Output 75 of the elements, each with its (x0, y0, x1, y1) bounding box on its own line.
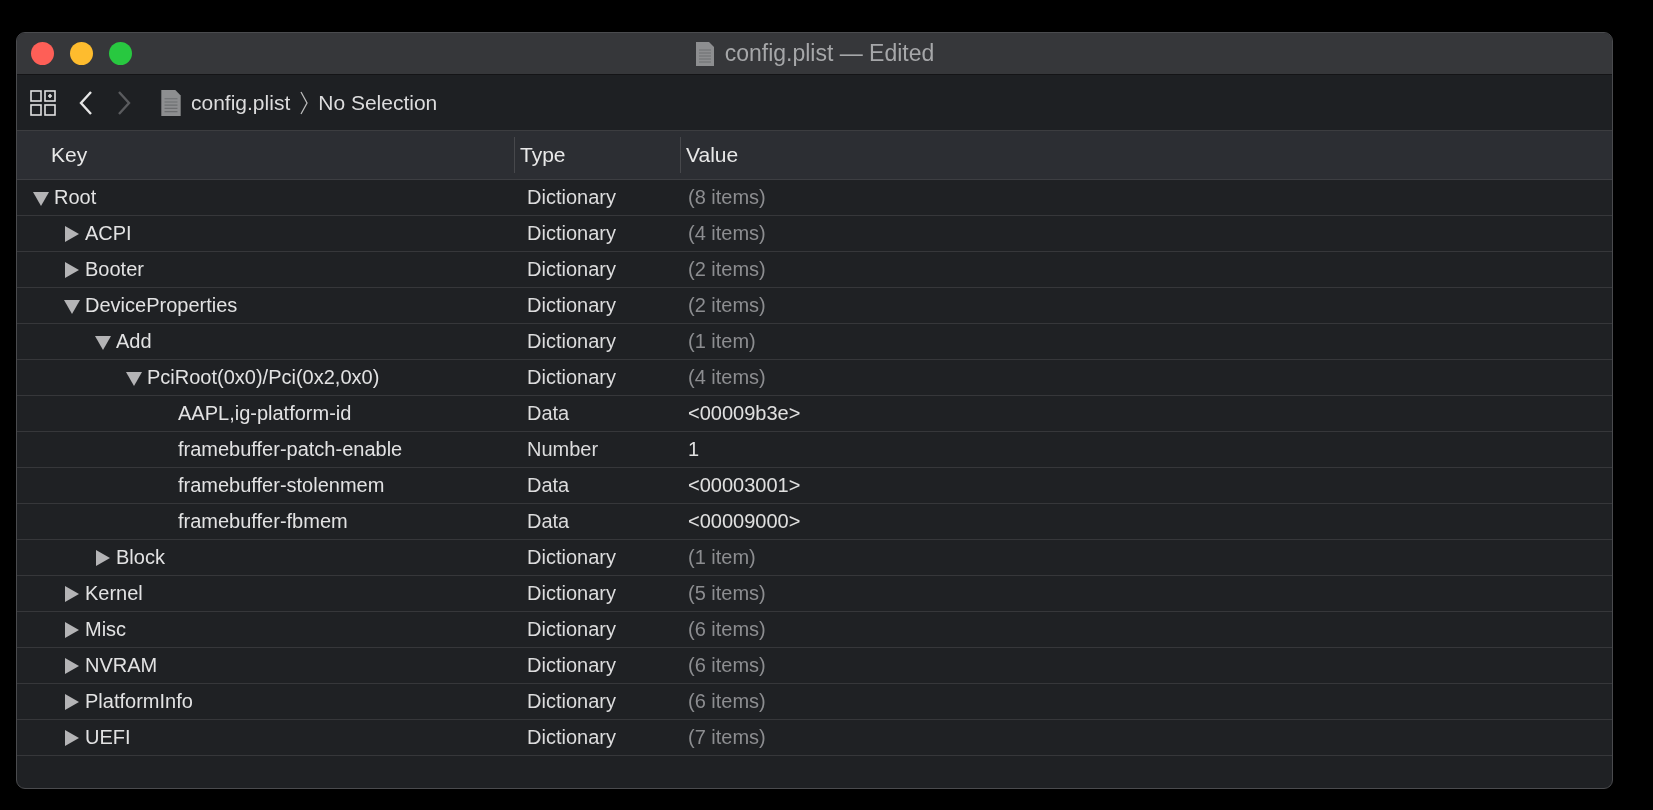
key-cell: PciRoot(0x0)/Pci(0x2,0x0) (147, 366, 380, 389)
value-cell-text: (1 item) (687, 546, 757, 569)
key-cell: PlatformInfo (85, 690, 193, 713)
collapsed-triangle-icon[interactable] (64, 729, 80, 746)
type-cell-text: Dictionary (527, 330, 617, 353)
document-icon (160, 88, 182, 117)
close-button[interactable] (31, 42, 54, 65)
key-cell: Root (54, 186, 97, 209)
type-cell-text: Number (527, 438, 600, 461)
key-cell: NVRAM (85, 654, 158, 677)
key-cell: DeviceProperties (85, 294, 238, 317)
value-cell-text: <00009000> (687, 510, 802, 533)
collapsed-triangle-icon[interactable] (64, 657, 80, 674)
key-cell: UEFI (85, 726, 131, 749)
type-cell-text: Dictionary (527, 294, 617, 317)
back-chevron-icon[interactable] (78, 89, 94, 116)
type-cell-text: Data (527, 474, 571, 497)
value-cell-text: <00009b3e> (687, 402, 802, 425)
key-cell: AAPL,ig-platform-id (178, 402, 352, 425)
value-cell-text: (6 items) (687, 654, 767, 677)
type-cell-text: Data (527, 510, 571, 533)
collapsed-triangle-icon[interactable] (64, 585, 80, 602)
value-cell-text: (1 item) (687, 330, 757, 353)
value-cell-text: 1 (687, 438, 701, 461)
type-cell-text: Dictionary (527, 546, 617, 569)
key-cell: Add (116, 330, 152, 353)
forward-chevron-icon[interactable] (116, 89, 132, 116)
type-cell-text: Dictionary (527, 366, 617, 389)
type-cell-text: Dictionary (527, 186, 617, 209)
value-cell-text: (2 items) (687, 258, 767, 281)
value-cell-text: (8 items) (687, 186, 767, 209)
type-cell-text: Data (527, 402, 571, 425)
key-cell: framebuffer-patch-enable (178, 438, 403, 461)
type-cell-text: Dictionary (527, 726, 617, 749)
collapsed-triangle-icon[interactable] (64, 261, 80, 278)
value-cell-text: (7 items) (687, 726, 767, 749)
key-cell: framebuffer-stolenmem (178, 474, 385, 497)
document-icon (694, 40, 715, 67)
key-cell: Booter (85, 258, 144, 281)
window-title: config.plist — Edited (724, 40, 935, 67)
type-cell-text: Dictionary (527, 618, 617, 641)
value-cell-text: (4 items) (687, 366, 767, 389)
value-cell-text: <00003001> (687, 474, 802, 497)
collapsed-triangle-icon[interactable] (64, 693, 80, 710)
value-cell-text: (5 items) (687, 582, 767, 605)
value-cell-text: (4 items) (687, 222, 767, 245)
key-cell: Block (116, 546, 165, 569)
type-cell-text: Dictionary (527, 258, 617, 281)
column-header[interactable]: Value (680, 137, 1612, 173)
expanded-triangle-icon[interactable] (126, 369, 142, 386)
key-cell: framebuffer-fbmem (178, 510, 348, 533)
key-cell: ACPI (85, 222, 132, 245)
collapsed-triangle-icon[interactable] (95, 549, 111, 566)
column-header[interactable]: Type (514, 137, 680, 173)
type-cell-text: Dictionary (527, 654, 617, 677)
collapsed-triangle-icon[interactable] (64, 225, 80, 242)
value-cell-text: (6 items) (687, 690, 767, 713)
chevron-separator-icon (299, 89, 310, 116)
expanded-triangle-icon[interactable] (95, 333, 111, 350)
column-header[interactable]: Key (17, 131, 514, 179)
type-cell-text: Dictionary (527, 582, 617, 605)
minimize-button[interactable] (70, 42, 93, 65)
value-cell-text: (2 items) (687, 294, 767, 317)
type-cell-text: Dictionary (527, 222, 617, 245)
breadcrumb-item[interactable]: No Selection (318, 90, 438, 115)
type-cell-text: Dictionary (527, 690, 617, 713)
value-cell-text: (6 items) (687, 618, 767, 641)
zoom-button[interactable] (109, 42, 132, 65)
key-cell: Misc (85, 618, 127, 641)
breadcrumb-item[interactable]: config.plist (191, 90, 291, 115)
collapsed-triangle-icon[interactable] (64, 621, 80, 638)
grid-icon[interactable] (30, 89, 56, 116)
key-cell: Kernel (85, 582, 143, 605)
expanded-triangle-icon[interactable] (64, 297, 80, 314)
expanded-triangle-icon[interactable] (33, 189, 49, 206)
